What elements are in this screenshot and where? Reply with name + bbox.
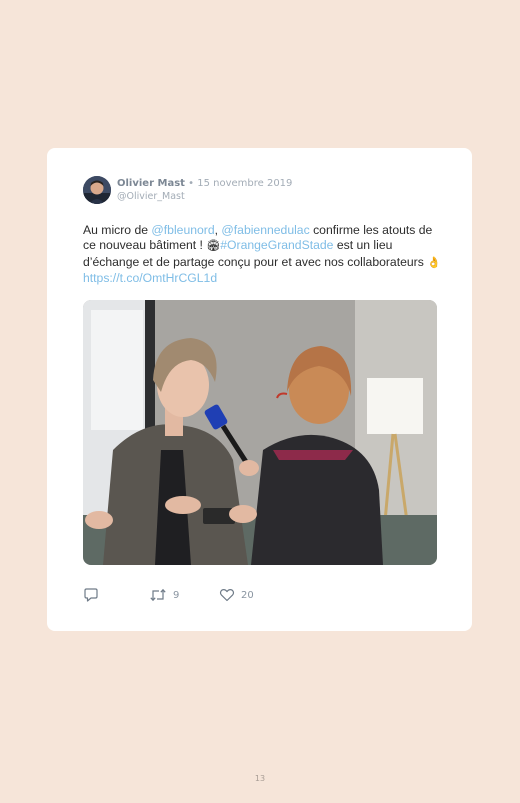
mention-link[interactable]: @fabiennedulac	[221, 223, 309, 237]
retweet-count: 9	[173, 589, 180, 601]
reply-button[interactable]	[83, 586, 99, 604]
tweet-actions: 9 20	[83, 586, 443, 604]
stadium-emoji-icon: 🏟	[206, 240, 221, 253]
tweet-text: Au micro de @fbleunord, @fabiennedulac c…	[83, 223, 443, 286]
tweet-card: Olivier Mast • 15 novembre 2019 @Olivier…	[47, 148, 472, 631]
header-separator: •	[188, 178, 195, 189]
retweet-icon	[150, 588, 166, 602]
tweet-photo[interactable]	[83, 300, 437, 565]
like-button[interactable]: 20	[219, 586, 254, 604]
tweet-header: Olivier Mast • 15 novembre 2019	[117, 178, 292, 189]
hashtag-link[interactable]: #OrangeGrandStade	[220, 238, 333, 252]
reply-icon	[84, 588, 98, 602]
tweet-date[interactable]: 15 novembre 2019	[197, 178, 292, 189]
url-link[interactable]: https://t.co/OmtHrCGL1d	[83, 271, 217, 285]
author-handle[interactable]: @Olivier_Mast	[117, 191, 185, 202]
like-count: 20	[241, 589, 254, 601]
retweet-button[interactable]: 9	[149, 586, 179, 604]
avatar[interactable]	[83, 176, 111, 204]
page-number: 13	[254, 774, 266, 783]
author-name[interactable]: Olivier Mast	[117, 178, 185, 189]
heart-icon	[219, 588, 235, 602]
ok-hand-emoji-icon: 👌	[427, 256, 441, 269]
text-segment: Au micro de	[83, 223, 152, 237]
mention-link[interactable]: @fbleunord	[151, 223, 214, 237]
